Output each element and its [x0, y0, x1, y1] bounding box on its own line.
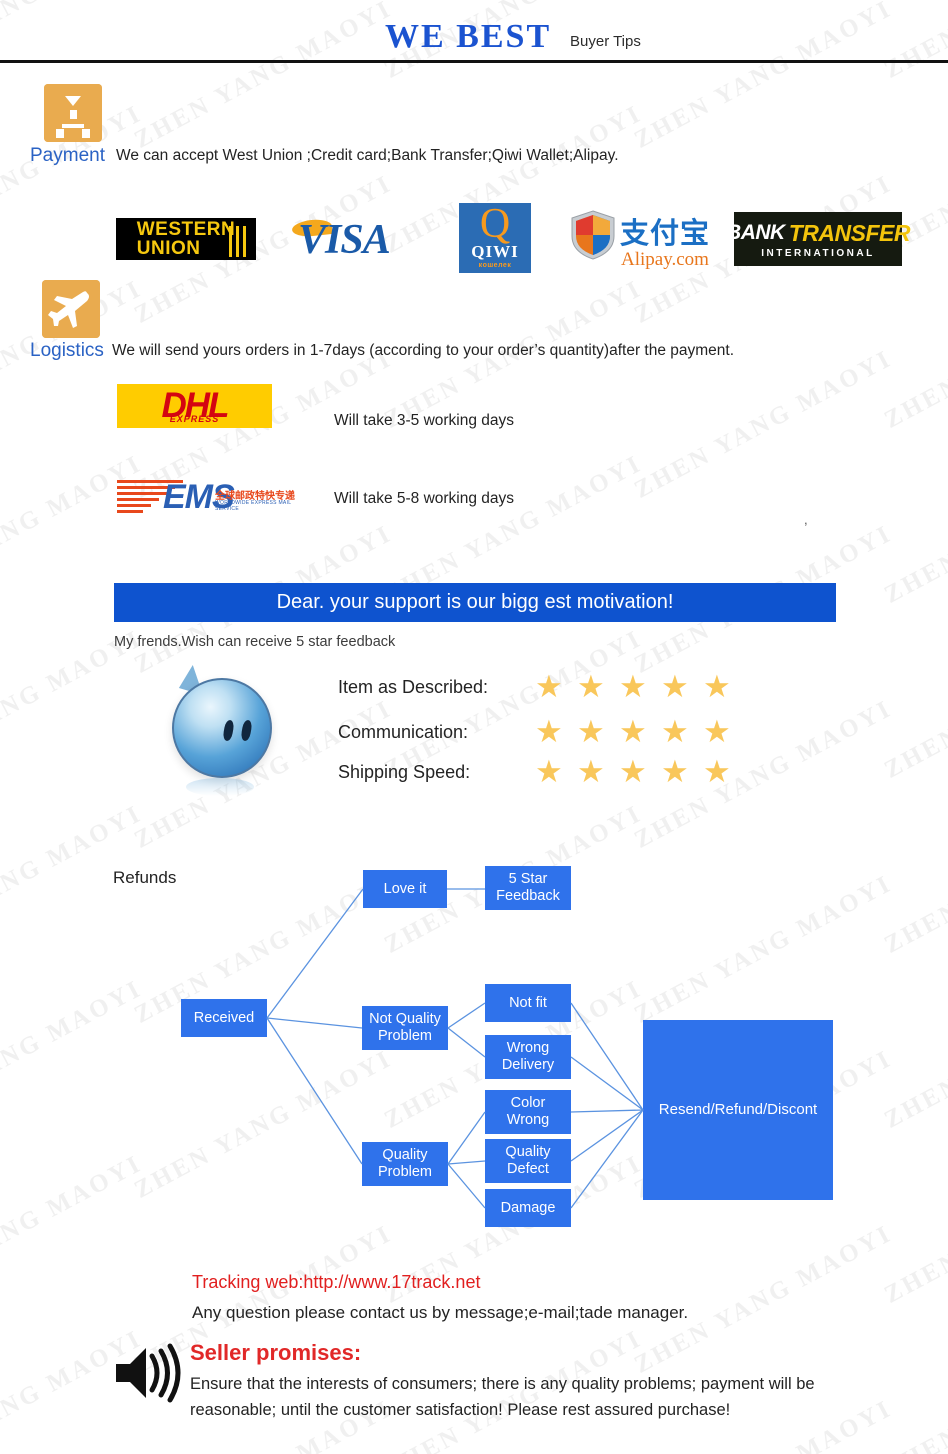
brand-title: WE BEST: [385, 18, 552, 55]
buyer-tips-page: ZHEN YANG MAOYIZHEN YANG MAOYIZHEN YANG …: [0, 0, 948, 1454]
page-title: Buyer Tips: [570, 33, 641, 50]
flowchart-connector-lines: [266, 888, 644, 1209]
page-header: WE BEST Buyer Tips: [0, 0, 948, 63]
